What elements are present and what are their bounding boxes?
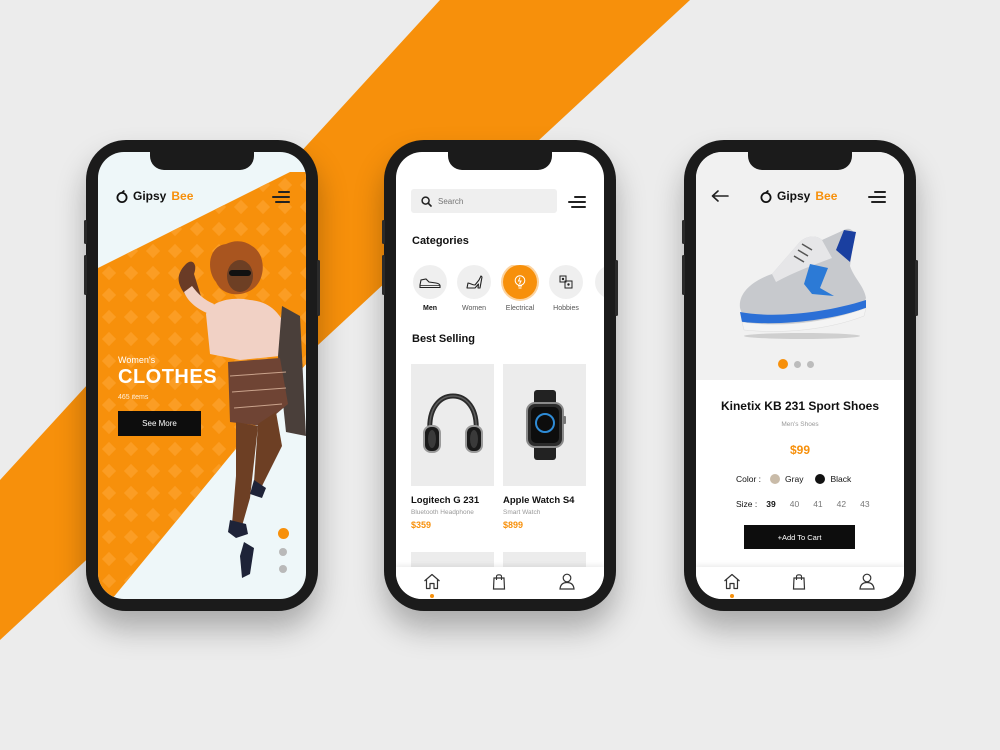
bee-logo-icon [760, 189, 772, 203]
back-arrow-icon[interactable] [711, 190, 729, 202]
product-image[interactable] [503, 364, 586, 486]
pager-dot-active[interactable] [778, 359, 788, 369]
category-label: Women [462, 305, 486, 312]
brand-logo[interactable]: Gipsy Bee [760, 189, 837, 203]
phone-shop: Categories Men Women [382, 140, 618, 611]
product-image[interactable] [411, 364, 494, 486]
brand-name: Gipsy [777, 189, 811, 203]
product-subtitle: Smart Watch [503, 509, 541, 516]
color-swatch-gray[interactable] [770, 474, 781, 484]
heel-icon [466, 275, 483, 289]
bag-icon[interactable] [492, 573, 506, 590]
see-more-button[interactable]: See More [118, 411, 201, 436]
search-icon [421, 195, 432, 207]
notch [448, 152, 552, 170]
menu-icon[interactable] [868, 191, 886, 203]
menu-icon[interactable] [568, 196, 586, 208]
home-icon[interactable] [723, 573, 741, 590]
tab-bar [396, 567, 604, 599]
color-selector: Color : Gray Black [736, 474, 851, 484]
active-tab-indicator [430, 594, 434, 598]
shop-screen: Categories Men Women [396, 152, 604, 599]
category-women[interactable]: Women [454, 265, 494, 312]
home-icon[interactable] [423, 573, 441, 590]
product-price: $99 [789, 443, 811, 457]
hobbies-icon [559, 275, 573, 289]
size-selector: Size : 39 40 41 42 43 [736, 499, 870, 509]
category-label: Electrical [505, 305, 535, 312]
menu-icon[interactable] [272, 191, 290, 203]
bag-icon[interactable] [792, 573, 806, 590]
phone-detail: Gipsy Bee Kinetix KB 231 Sport Shoes Men… [682, 140, 918, 611]
product-name: Apple Watch S4 [503, 495, 575, 506]
brand-name-accent: Bee [815, 189, 838, 203]
tab-bar [696, 567, 904, 599]
hero-item-count: 465 items [118, 394, 149, 401]
smartwatch-icon [525, 390, 566, 460]
product-title: Kinetix KB 231 Sport Shoes [720, 399, 880, 413]
category-label: Hobbies [553, 305, 579, 312]
category-label: Men [423, 305, 437, 312]
size-option[interactable]: 43 [860, 499, 869, 509]
product-price: $359 [411, 520, 432, 530]
pager-dot[interactable] [279, 565, 287, 573]
color-label: Color : [736, 474, 762, 484]
brand-name-accent: Bee [171, 189, 194, 203]
category-more[interactable] [592, 265, 604, 299]
product-card[interactable]: Apple Watch S4 Smart Watch $899 [503, 364, 586, 530]
hero-subtitle: Women's [118, 355, 156, 365]
color-option-label[interactable]: Black [830, 474, 851, 484]
pager-dot[interactable] [279, 548, 287, 556]
add-to-cart-button[interactable]: +Add To Cart [744, 525, 855, 549]
size-option[interactable]: 40 [790, 499, 799, 509]
notch [150, 152, 254, 170]
pager-dot-active[interactable] [278, 528, 289, 539]
detail-screen: Gipsy Bee Kinetix KB 231 Sport Shoes Men… [696, 152, 904, 599]
product-category: Men's Shoes [781, 421, 819, 428]
pager-dot[interactable] [807, 360, 814, 368]
product-card[interactable]: Logitech G 231 Bluetooth Headphone $359 [411, 364, 494, 530]
product-subtitle: Bluetooth Headphone [411, 509, 474, 516]
color-swatch-black[interactable] [815, 474, 826, 484]
best-selling-heading: Best Selling [412, 333, 475, 345]
user-icon[interactable] [559, 573, 575, 590]
size-option[interactable]: 42 [837, 499, 846, 509]
categories-heading: Categories [412, 235, 469, 247]
notch [748, 152, 852, 170]
size-label: Size : [736, 499, 758, 509]
hero-title: CLOTHES [118, 366, 218, 388]
size-option[interactable]: 41 [813, 499, 822, 509]
category-electrical[interactable]: Electrical [500, 265, 540, 312]
pager-dot[interactable] [794, 360, 801, 368]
user-icon[interactable] [859, 573, 875, 590]
phone-hero: Gipsy Bee Women's CLOTHES 465 items See … [84, 140, 320, 611]
active-tab-indicator [730, 594, 734, 598]
search-input[interactable] [436, 195, 540, 207]
product-name: Logitech G 231 [411, 495, 480, 506]
color-option-label[interactable]: Gray [785, 474, 803, 484]
category-hobbies[interactable]: Hobbies [546, 265, 586, 312]
search-bar[interactable] [411, 189, 557, 213]
lightbulb-icon [514, 275, 526, 289]
gallery-pager [778, 359, 814, 369]
hero-screen: Gipsy Bee Women's CLOTHES 465 items See … [98, 152, 306, 599]
category-list: Men Women Electrical Hobbies [410, 265, 604, 320]
sneaker-icon [419, 278, 441, 289]
headphones-icon [422, 393, 483, 453]
category-men[interactable]: Men [410, 265, 450, 312]
product-price: $899 [503, 520, 524, 530]
size-option[interactable]: 39 [766, 499, 775, 509]
shoe-image [739, 228, 867, 339]
brand-logo[interactable]: Gipsy Bee [116, 189, 193, 203]
brand-name: Gipsy [133, 189, 167, 203]
bee-logo-icon [116, 189, 128, 203]
hero-pager [278, 528, 289, 582]
